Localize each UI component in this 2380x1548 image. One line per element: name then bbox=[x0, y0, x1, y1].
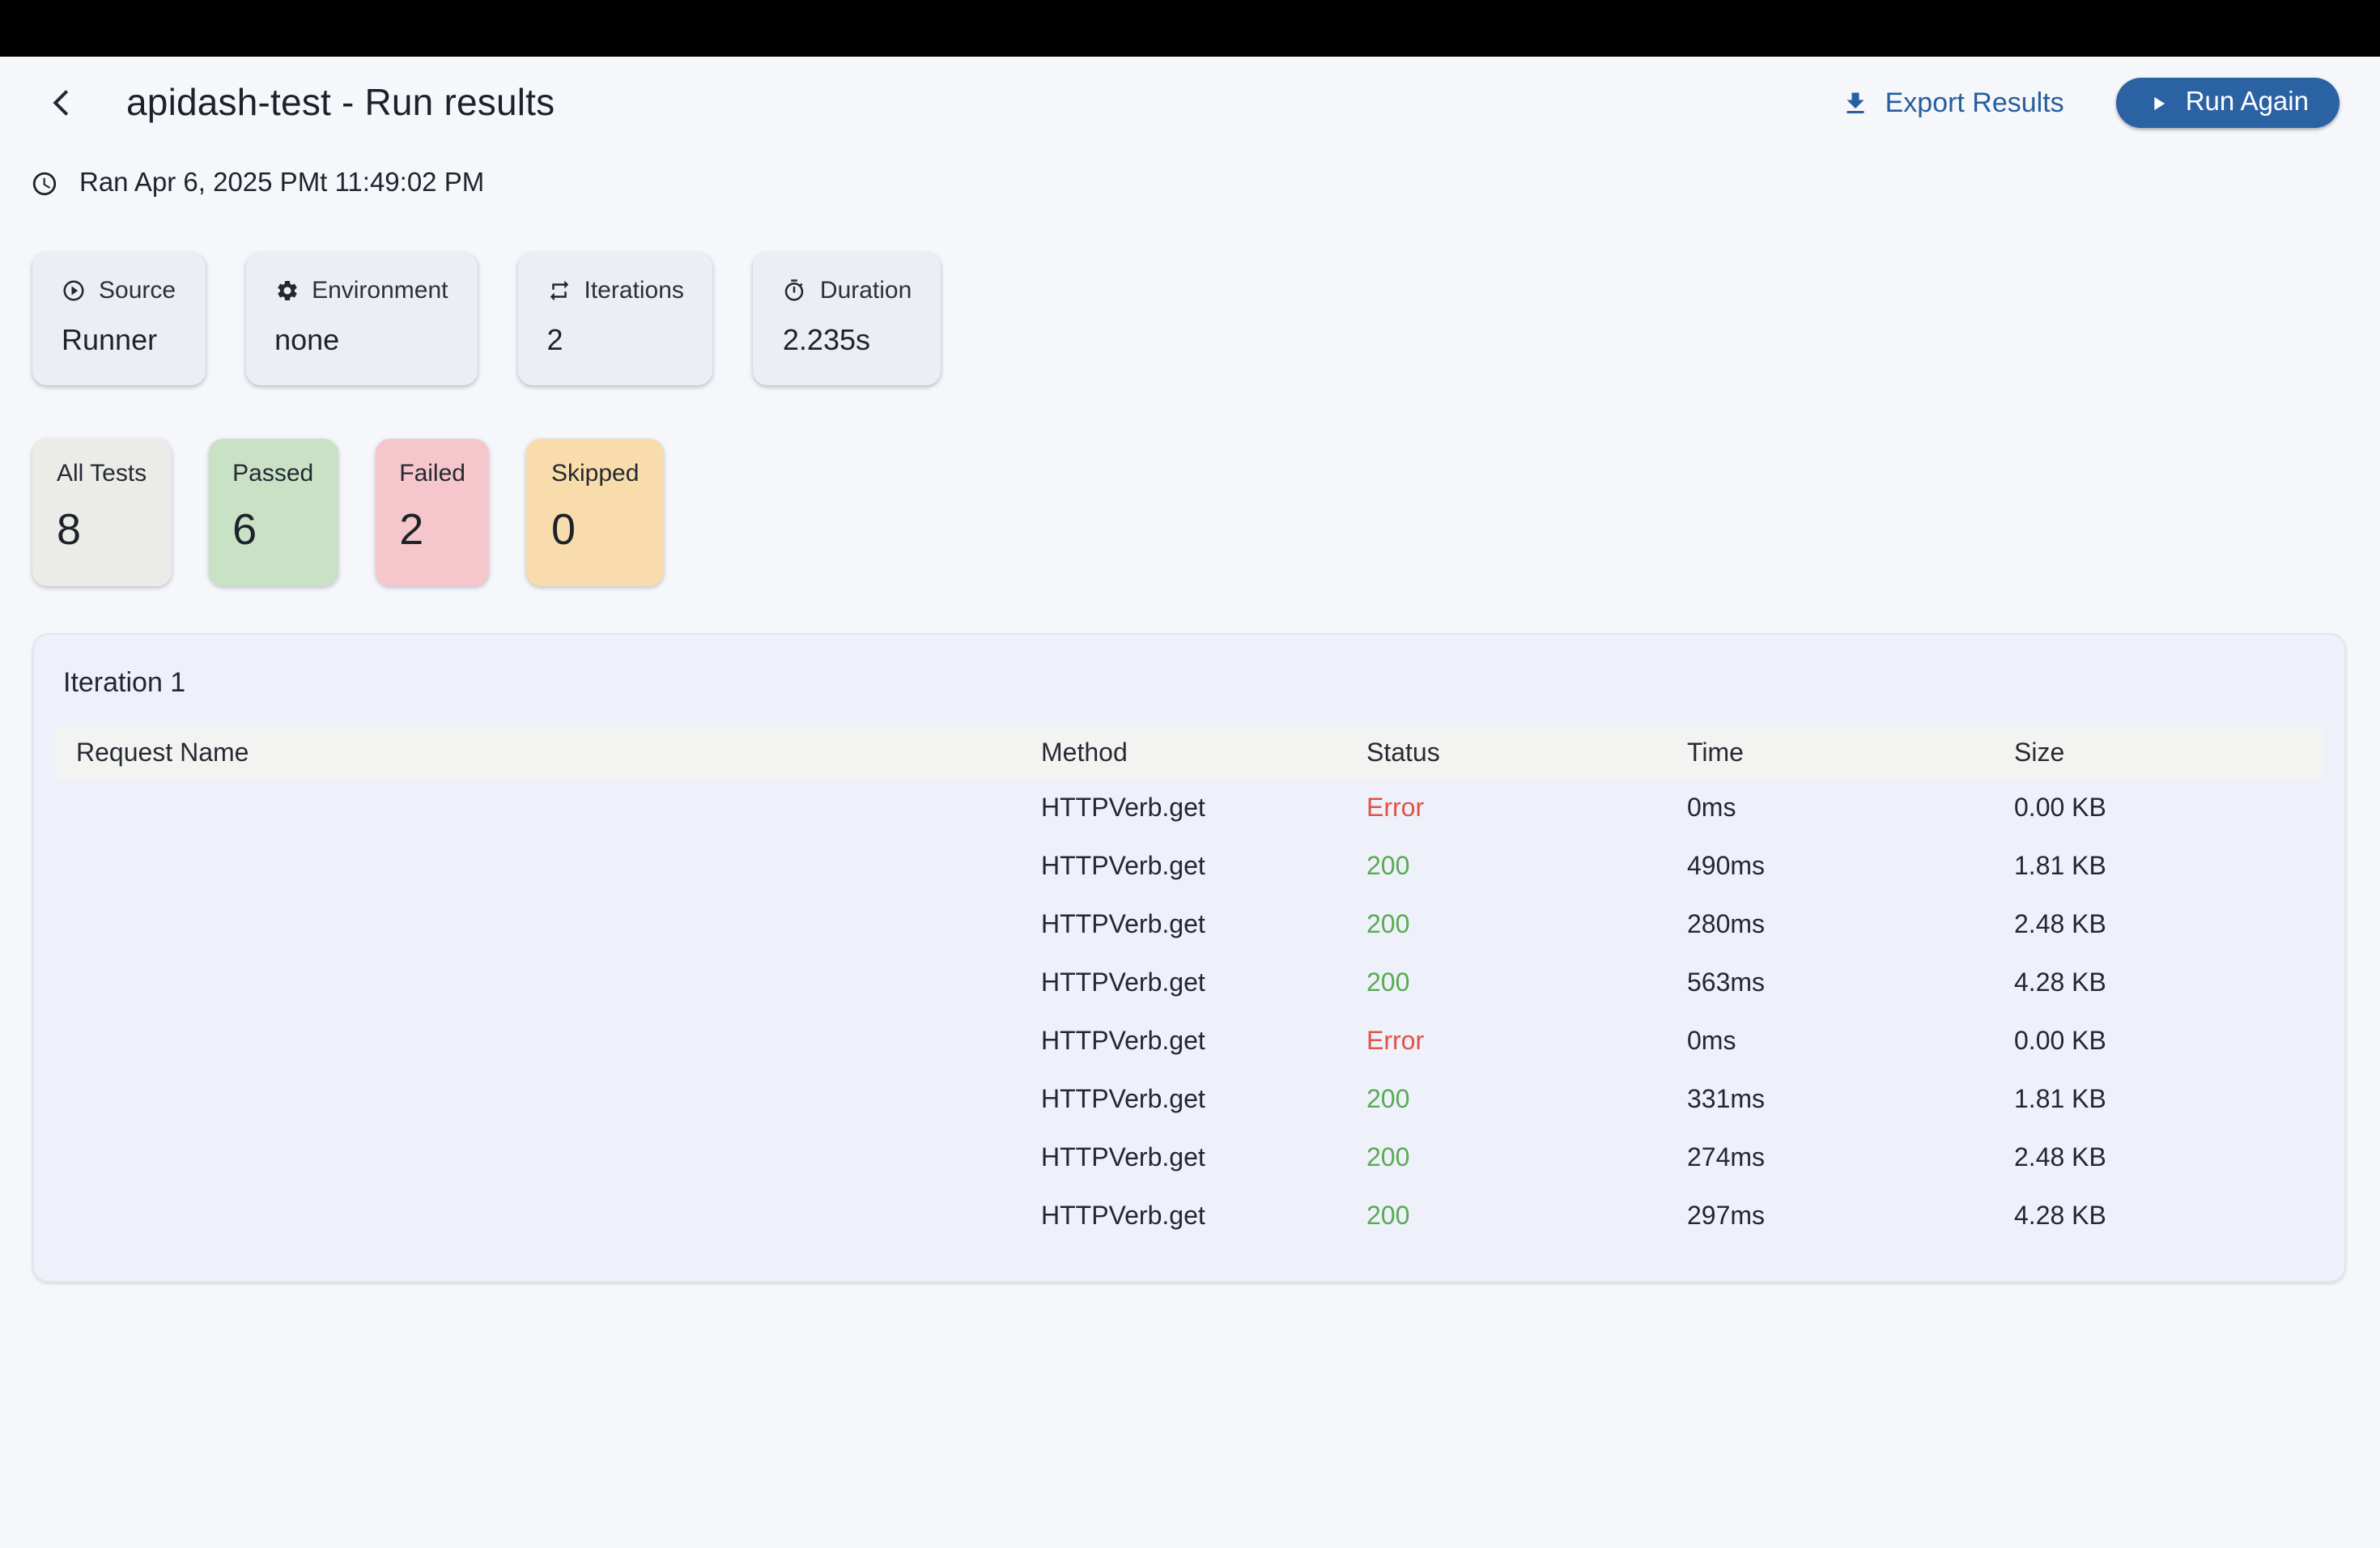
summary-card-label: Passed bbox=[232, 460, 313, 487]
info-card-label: Environment bbox=[312, 277, 448, 304]
cell-method: HTTPVerb.get bbox=[1041, 795, 1366, 824]
page-title: apidash-test - Run results bbox=[126, 81, 555, 125]
run-info-card-header: Environment bbox=[274, 277, 448, 304]
summary-card[interactable]: Passed 6 bbox=[208, 439, 338, 586]
download-icon bbox=[1842, 88, 1871, 117]
page-header: apidash-test - Run results Export Result… bbox=[0, 57, 2380, 128]
cell-method: HTTPVerb.get bbox=[1041, 970, 1366, 999]
cell-method: HTTPVerb.get bbox=[1041, 853, 1366, 882]
clock-icon bbox=[31, 170, 58, 198]
info-card-label: Iterations bbox=[584, 277, 684, 304]
window-top-bar bbox=[0, 0, 2380, 57]
iteration-title: Iteration 1 bbox=[63, 667, 2322, 700]
run-timestamp: Ran Apr 6, 2025 PMt 11:49:02 PM bbox=[31, 168, 2380, 199]
info-card-label: Source bbox=[99, 277, 176, 304]
cell-status: 200 bbox=[1366, 1145, 1687, 1174]
result-table-row[interactable]: HTTPVerb.get Error 0ms 0.00 KB bbox=[57, 1014, 2322, 1072]
test-summary-cards: All Tests 8 Passed 6 Failed 2 Skipped 0 bbox=[32, 439, 2380, 586]
cell-size: 4.28 KB bbox=[2014, 970, 2322, 999]
run-again-button[interactable]: Run Again bbox=[2116, 78, 2340, 128]
info-card-icon bbox=[62, 279, 86, 303]
summary-card-value: 2 bbox=[399, 505, 465, 555]
result-table-row[interactable]: HTTPVerb.get 200 280ms 2.48 KB bbox=[57, 897, 2322, 955]
run-again-label: Run Again bbox=[2186, 87, 2309, 118]
run-info-card-header: Source bbox=[62, 277, 176, 304]
cell-status: Error bbox=[1366, 795, 1687, 824]
run-info-card-header: Duration bbox=[783, 277, 912, 304]
cell-method: HTTPVerb.get bbox=[1041, 1087, 1366, 1116]
result-table-row[interactable]: HTTPVerb.get Error 0ms 0.00 KB bbox=[57, 780, 2322, 839]
summary-card-value: 6 bbox=[232, 505, 313, 555]
iteration-results-panel: Iteration 1 Request Name Method Status T… bbox=[32, 633, 2346, 1282]
cell-status: 200 bbox=[1366, 1087, 1687, 1116]
cell-time: 280ms bbox=[1687, 912, 2014, 941]
cell-size: 1.81 KB bbox=[2014, 853, 2322, 882]
cell-time: 0ms bbox=[1687, 795, 2014, 824]
cell-method: HTTPVerb.get bbox=[1041, 912, 1366, 941]
cell-size: 0.00 KB bbox=[2014, 795, 2322, 824]
run-info-card: Duration 2.235s bbox=[754, 253, 941, 385]
cell-size: 2.48 KB bbox=[2014, 912, 2322, 941]
summary-card-label: Skipped bbox=[551, 460, 639, 487]
cell-status: 200 bbox=[1366, 853, 1687, 882]
column-header-size: Size bbox=[2014, 739, 2322, 768]
results-table-header: Request Name Method Status Time Size bbox=[57, 727, 2322, 780]
result-table-row[interactable]: HTTPVerb.get 200 297ms 4.28 KB bbox=[57, 1189, 2322, 1247]
results-table-body: HTTPVerb.get Error 0ms 0.00 KB HTTPVerb.… bbox=[57, 780, 2322, 1247]
info-card-label: Duration bbox=[820, 277, 912, 304]
summary-card-label: All Tests bbox=[57, 460, 147, 487]
cell-time: 297ms bbox=[1687, 1203, 2014, 1232]
run-info-card: Source Runner bbox=[32, 253, 205, 385]
summary-card[interactable]: Skipped 0 bbox=[527, 439, 663, 586]
run-info-card: Environment none bbox=[245, 253, 477, 385]
column-header-request-name: Request Name bbox=[76, 739, 1041, 768]
cell-size: 4.28 KB bbox=[2014, 1203, 2322, 1232]
cell-status: Error bbox=[1366, 1028, 1687, 1057]
info-card-value: 2.235s bbox=[783, 324, 912, 358]
result-table-row[interactable]: HTTPVerb.get 200 490ms 1.81 KB bbox=[57, 839, 2322, 897]
info-card-value: 2 bbox=[547, 324, 684, 358]
cell-size: 0.00 KB bbox=[2014, 1028, 2322, 1057]
result-table-row[interactable]: HTTPVerb.get 200 563ms 4.28 KB bbox=[57, 955, 2322, 1014]
column-header-status: Status bbox=[1366, 739, 1687, 768]
export-results-label: Export Results bbox=[1885, 87, 2064, 119]
cell-status: 200 bbox=[1366, 1203, 1687, 1232]
cell-size: 2.48 KB bbox=[2014, 1145, 2322, 1174]
info-card-icon bbox=[783, 279, 807, 303]
summary-card[interactable]: Failed 2 bbox=[375, 439, 490, 586]
run-timestamp-text: Ran Apr 6, 2025 PMt 11:49:02 PM bbox=[79, 168, 484, 199]
column-header-time: Time bbox=[1687, 739, 2014, 768]
column-header-method: Method bbox=[1041, 739, 1366, 768]
app-window: apidash-test - Run results Export Result… bbox=[0, 0, 2380, 1548]
info-card-icon bbox=[547, 279, 572, 303]
back-button[interactable] bbox=[36, 79, 84, 127]
play-icon bbox=[2147, 91, 2170, 114]
export-results-button[interactable]: Export Results bbox=[1832, 80, 2074, 125]
cell-time: 274ms bbox=[1687, 1145, 2014, 1174]
info-card-icon bbox=[274, 279, 299, 303]
cell-method: HTTPVerb.get bbox=[1041, 1203, 1366, 1232]
cell-time: 0ms bbox=[1687, 1028, 2014, 1057]
cell-method: HTTPVerb.get bbox=[1041, 1028, 1366, 1057]
run-info-card: Iterations 2 bbox=[518, 253, 713, 385]
summary-card-value: 8 bbox=[57, 505, 147, 555]
cell-time: 490ms bbox=[1687, 853, 2014, 882]
run-info-cards: Source Runner Environment none Iteration… bbox=[32, 253, 2380, 385]
summary-card-label: Failed bbox=[399, 460, 465, 487]
cell-size: 1.81 KB bbox=[2014, 1087, 2322, 1116]
cell-time: 331ms bbox=[1687, 1087, 2014, 1116]
summary-card-value: 0 bbox=[551, 505, 639, 555]
cell-method: HTTPVerb.get bbox=[1041, 1145, 1366, 1174]
result-table-row[interactable]: HTTPVerb.get 200 274ms 2.48 KB bbox=[57, 1130, 2322, 1189]
summary-card[interactable]: All Tests 8 bbox=[32, 439, 171, 586]
cell-status: 200 bbox=[1366, 912, 1687, 941]
cell-status: 200 bbox=[1366, 970, 1687, 999]
cell-time: 563ms bbox=[1687, 970, 2014, 999]
run-info-card-header: Iterations bbox=[547, 277, 684, 304]
info-card-value: Runner bbox=[62, 324, 176, 358]
chevron-left-icon bbox=[45, 87, 75, 118]
info-card-value: none bbox=[274, 324, 448, 358]
result-table-row[interactable]: HTTPVerb.get 200 331ms 1.81 KB bbox=[57, 1072, 2322, 1130]
